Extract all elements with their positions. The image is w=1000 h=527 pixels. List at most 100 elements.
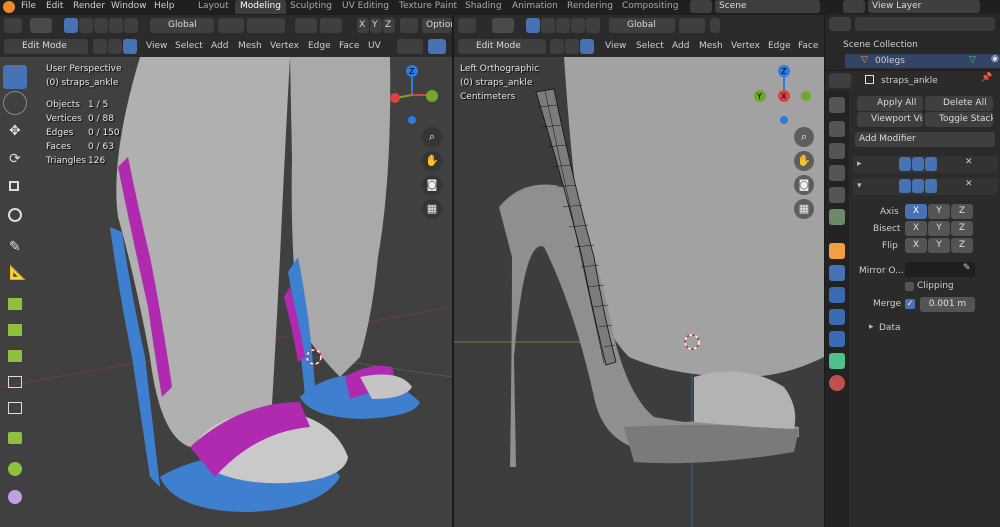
scene-selector[interactable]: Scene: [715, 0, 820, 13]
pan-hand-icon[interactable]: ✋: [422, 151, 442, 171]
menu-render[interactable]: Render: [73, 1, 105, 11]
zoom-icon[interactable]: ⌕: [422, 127, 442, 147]
options-dropdown[interactable]: Option: [422, 18, 452, 33]
mode-invert-icon[interactable]: [109, 18, 123, 33]
pivot-icon[interactable]: [218, 18, 244, 33]
expand-arrow-icon[interactable]: ▸: [857, 159, 862, 169]
tab-shading[interactable]: Shading: [460, 0, 507, 14]
merge-distance-field[interactable]: 0.001 m: [920, 297, 975, 312]
right-mode-intersect-icon[interactable]: [586, 18, 600, 33]
mode-extend-icon[interactable]: [79, 18, 93, 33]
scene-icon[interactable]: [690, 0, 712, 13]
object-props-icon[interactable]: [829, 243, 845, 259]
select-box-icon[interactable]: [30, 18, 52, 33]
poly-build-tool-icon[interactable]: [3, 427, 27, 451]
outliner-editor-icon[interactable]: [829, 17, 851, 31]
data-expand-icon[interactable]: ▸: [869, 322, 874, 332]
right-orientation-dropdown[interactable]: Global: [609, 18, 675, 33]
eyedropper-icon[interactable]: ✎: [963, 263, 971, 273]
menu-uv[interactable]: UV: [365, 39, 384, 54]
right-select-box-icon[interactable]: [492, 18, 514, 33]
bisect-x-button[interactable]: X: [905, 221, 927, 236]
vertex-select-icon[interactable]: [93, 39, 107, 54]
pin-icon[interactable]: 📌: [981, 73, 992, 83]
particles-props-icon[interactable]: [829, 287, 845, 303]
axis-z-button[interactable]: Z: [951, 204, 973, 219]
select-tool-icon[interactable]: [3, 65, 27, 89]
right-menu-view[interactable]: View: [602, 39, 629, 54]
right-snap-icon[interactable]: [710, 18, 720, 33]
data-section-label[interactable]: Data: [879, 323, 901, 333]
face-select-icon[interactable]: [123, 39, 137, 54]
bisect-z-button[interactable]: Z: [951, 221, 973, 236]
menu-mesh[interactable]: Mesh: [235, 39, 265, 54]
menu-help[interactable]: Help: [154, 1, 175, 11]
view-layer-props-icon[interactable]: [829, 165, 845, 181]
outliner-search-input[interactable]: [855, 17, 995, 31]
viewport-vis-button[interactable]: Viewport Vis: [857, 112, 923, 127]
right-zoom-icon[interactable]: ⌕: [794, 127, 814, 147]
smooth-tool-icon[interactable]: [3, 485, 27, 509]
right-menu-mesh[interactable]: Mesh: [696, 39, 726, 54]
right-vertex-select-icon[interactable]: [550, 39, 564, 54]
menu-vertex[interactable]: Vertex: [267, 39, 302, 54]
right-face-select-icon[interactable]: [580, 39, 594, 54]
right-edge-select-icon[interactable]: [565, 39, 579, 54]
mode-dropdown[interactable]: Edit Mode: [4, 39, 88, 54]
right-mode-subtract-icon[interactable]: [556, 18, 570, 33]
render-toggle-icon[interactable]: [925, 157, 937, 171]
transform-tool-icon[interactable]: [3, 205, 27, 229]
right-mode-new-icon[interactable]: [526, 18, 540, 33]
constraints-props-icon[interactable]: [829, 331, 845, 347]
viewport-toggle-icon[interactable]: [912, 179, 924, 193]
world-props-icon[interactable]: [829, 209, 845, 225]
mirror-x-button[interactable]: X: [357, 18, 369, 33]
scale-tool-icon[interactable]: [3, 177, 27, 201]
gizmo-toggle-icon[interactable]: [428, 39, 446, 54]
menu-view[interactable]: View: [143, 39, 170, 54]
close-icon[interactable]: ✕: [965, 179, 973, 189]
right-menu-select[interactable]: Select: [633, 39, 667, 54]
properties-editor-icon[interactable]: [829, 73, 851, 88]
bevel-tool-icon[interactable]: [3, 345, 27, 369]
right-viewport[interactable]: Left Orthographic (0) straps_ankle Centi…: [454, 57, 824, 527]
mode-subtract-icon[interactable]: [94, 18, 108, 33]
menu-add[interactable]: Add: [208, 39, 231, 54]
clipping-checkbox[interactable]: [905, 282, 914, 291]
spin-tool-icon[interactable]: [3, 457, 27, 481]
axis-y-button[interactable]: Y: [928, 204, 950, 219]
axis-x-button[interactable]: X: [905, 204, 927, 219]
flip-y-button[interactable]: Y: [928, 238, 950, 253]
physics-props-icon[interactable]: [829, 309, 845, 325]
edge-select-icon[interactable]: [108, 39, 122, 54]
inset-tool-icon[interactable]: [3, 319, 27, 343]
modifier-header-1[interactable]: ▸ ✕: [853, 156, 998, 173]
annotate-tool-icon[interactable]: ✎: [3, 237, 27, 261]
tab-uv-editing[interactable]: UV Editing: [337, 0, 394, 14]
tab-layout[interactable]: Layout: [193, 0, 234, 14]
material-props-icon[interactable]: [829, 375, 845, 391]
tab-sculpting[interactable]: Sculpting: [285, 0, 337, 14]
snap-icon[interactable]: [247, 18, 285, 33]
camera-view-icon[interactable]: ◙: [422, 175, 442, 195]
menu-face[interactable]: Face: [336, 39, 362, 54]
mirror-y-button[interactable]: Y: [370, 18, 382, 33]
right-nav-gizmo[interactable]: Z Y X: [754, 62, 814, 132]
outliner-root-label[interactable]: Scene Collection: [843, 40, 918, 50]
right-menu-edge[interactable]: Edge: [765, 39, 794, 54]
edit-mode-toggle-icon[interactable]: [899, 179, 911, 193]
menu-select[interactable]: Select: [172, 39, 206, 54]
delete-all-button[interactable]: Delete All: [925, 96, 993, 111]
right-ortho-grid-icon[interactable]: ▦: [794, 199, 814, 219]
outliner-item-row[interactable]: ▽ 00legs ▽ ◉: [845, 54, 1000, 68]
toggle-stack-button[interactable]: Toggle Stack: [925, 112, 993, 127]
modifier-header-2[interactable]: ▾ ✕: [853, 178, 998, 195]
menu-edit[interactable]: Edit: [46, 1, 63, 11]
render-toggle-icon[interactable]: [925, 179, 937, 193]
tool-props-icon[interactable]: [829, 97, 845, 113]
left-viewport[interactable]: User Perspective (0) straps_ankle Object…: [0, 57, 452, 527]
right-menu-vertex[interactable]: Vertex: [728, 39, 763, 54]
mode-intersect-icon[interactable]: [124, 18, 138, 33]
apply-all-button[interactable]: Apply All: [857, 96, 923, 111]
ortho-grid-icon[interactable]: ▦: [422, 199, 442, 219]
